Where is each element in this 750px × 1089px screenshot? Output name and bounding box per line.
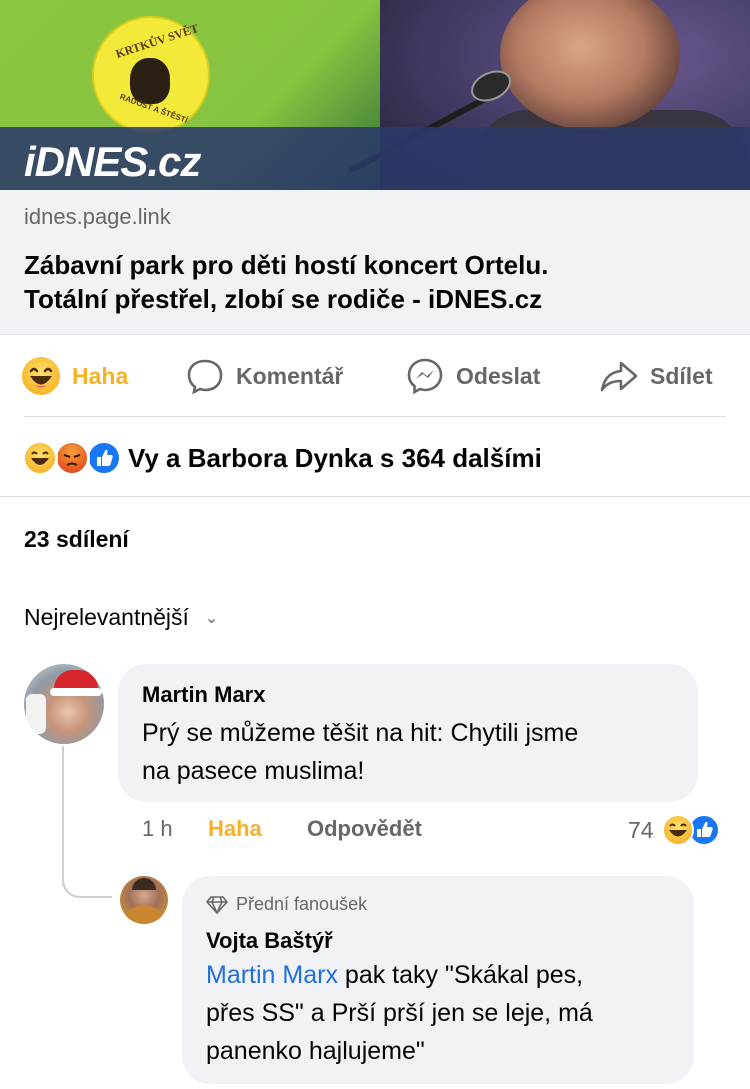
like-icon: [86, 440, 122, 476]
comment-icon: [186, 357, 224, 395]
comment-sort-dropdown[interactable]: Nejrelevantnější ⌄: [24, 604, 218, 631]
reply-text-line1: Martin Marx pak taky "Skákal pes,: [206, 956, 692, 994]
comment-reply-button[interactable]: Odpovědět: [307, 816, 422, 842]
reaction-icons: [22, 440, 124, 476]
link-domain: idnes.page.link: [24, 204, 171, 229]
haha-label: Haha: [72, 362, 129, 389]
comment-button[interactable]: Komentář: [186, 357, 344, 395]
comment-bubble: Martin Marx Prý se můžeme těšit na hit: …: [118, 664, 698, 802]
angry-icon: [54, 440, 90, 476]
send-label: Odeslat: [456, 362, 541, 389]
avatar-vojta-bastyr[interactable]: [120, 876, 168, 924]
comment-timestamp[interactable]: 1 h: [142, 816, 173, 842]
comment-text-line1: Prý se můžeme těšit na hit: Chytili jsme: [142, 719, 579, 747]
sort-label: Nejrelevantnější: [24, 604, 189, 630]
comment-text: Prý se můžeme těšit na hit: Chytili jsme…: [142, 714, 692, 790]
share-label: Sdílet: [650, 362, 713, 389]
reply-text: Martin Marx pak taky "Skákal pes, přes S…: [206, 956, 692, 1070]
haha-icon: [661, 814, 694, 846]
comment-author[interactable]: Martin Marx: [142, 682, 265, 708]
reply-text-line1-rest: pak taky "Skákal pes,: [337, 961, 584, 989]
divider: [0, 496, 750, 497]
comment-reaction-icons: [661, 814, 724, 846]
shares-count[interactable]: 23 sdílení: [24, 526, 129, 553]
send-button[interactable]: Odeslat: [406, 357, 541, 395]
haha-icon: [22, 357, 60, 395]
link-title-line2: Totální přestřel, zlobí se rodiče - iDNE…: [24, 284, 543, 314]
thread-connector: [62, 860, 112, 898]
share-button[interactable]: Sdílet: [600, 358, 713, 394]
reactions-summary[interactable]: Vy a Barbora Dynka s 364 dalšími: [22, 438, 542, 478]
comment-haha-button[interactable]: Haha: [208, 816, 262, 842]
link-title-line1: Zábavní park pro děti hostí koncert Orte…: [24, 250, 549, 280]
avatar-martin-marx[interactable]: [24, 664, 104, 744]
messenger-icon: [406, 357, 444, 395]
mention-link[interactable]: Martin Marx: [206, 961, 338, 989]
comment-label: Komentář: [236, 362, 344, 389]
diamond-icon: [206, 895, 228, 914]
top-fan-label: Přední fanoušek: [236, 894, 368, 914]
top-fan-badge: Přední fanoušek: [206, 894, 367, 915]
reply-author[interactable]: Vojta Baštýř: [206, 928, 333, 954]
link-preview-image[interactable]: KRTKŮV SVĚT RADOST A ŠTĚSTÍ iDNES.cz: [0, 0, 750, 190]
reactions-summary-text: Vy a Barbora Dynka s 364 dalšími: [128, 442, 542, 473]
reply-bubble: Přední fanoušek Vojta Baštýř Martin Marx…: [182, 876, 694, 1084]
link-title: Zábavní park pro děti hostí koncert Orte…: [24, 248, 724, 316]
haha-reaction-button[interactable]: Haha: [22, 357, 129, 395]
comment-text-line2: na pasece muslima!: [142, 757, 365, 785]
comment-reaction-count: 74: [628, 816, 654, 843]
divider: [24, 416, 726, 417]
chevron-down-icon: ⌄: [204, 609, 219, 627]
reply-text-line2: přes SS" a Prší prší jen se leje, má: [206, 999, 593, 1027]
link-preview-card[interactable]: idnes.page.link Zábavní park pro děti ho…: [0, 190, 750, 335]
haha-icon: [22, 440, 58, 476]
share-icon: [600, 357, 638, 395]
brand-logo: iDNES.cz: [24, 138, 201, 185]
reply-text-line3: panenko hajlujeme": [206, 1037, 425, 1065]
comment-reactions[interactable]: 74: [628, 814, 724, 846]
post-actions: Haha Komentář Odeslat Sdílet: [0, 336, 750, 416]
